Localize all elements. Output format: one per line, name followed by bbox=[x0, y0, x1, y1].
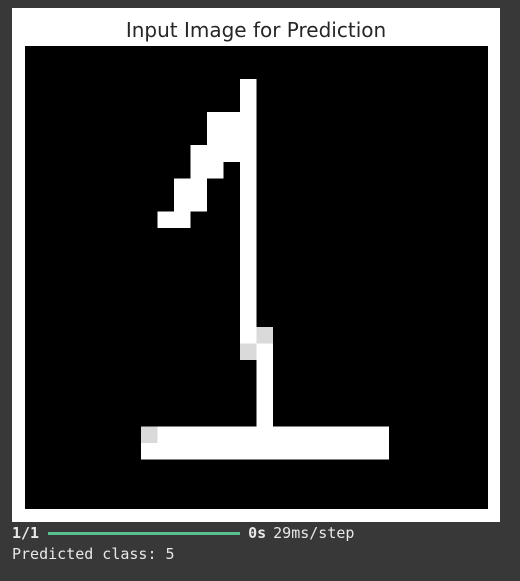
progress-line: 1/1 0s 29ms/step bbox=[12, 524, 512, 543]
prediction-label: Predicted class: bbox=[12, 545, 157, 563]
elapsed-time: 0s bbox=[248, 524, 267, 542]
cell-output: 1/1 0s 29ms/step Predicted class: 5 bbox=[12, 524, 512, 564]
prediction-line: Predicted class: 5 bbox=[12, 545, 512, 564]
prediction-value: 5 bbox=[165, 545, 175, 563]
prediction-figure: Input Image for Prediction bbox=[12, 8, 500, 522]
step-count: 1/1 bbox=[12, 524, 40, 542]
step-time: 29ms/step bbox=[273, 524, 355, 542]
input-digit-image bbox=[25, 46, 488, 509]
progress-fill bbox=[48, 532, 241, 535]
progress-bar bbox=[48, 532, 241, 535]
digit-pixels bbox=[25, 46, 488, 509]
figure-title: Input Image for Prediction bbox=[125, 18, 387, 42]
